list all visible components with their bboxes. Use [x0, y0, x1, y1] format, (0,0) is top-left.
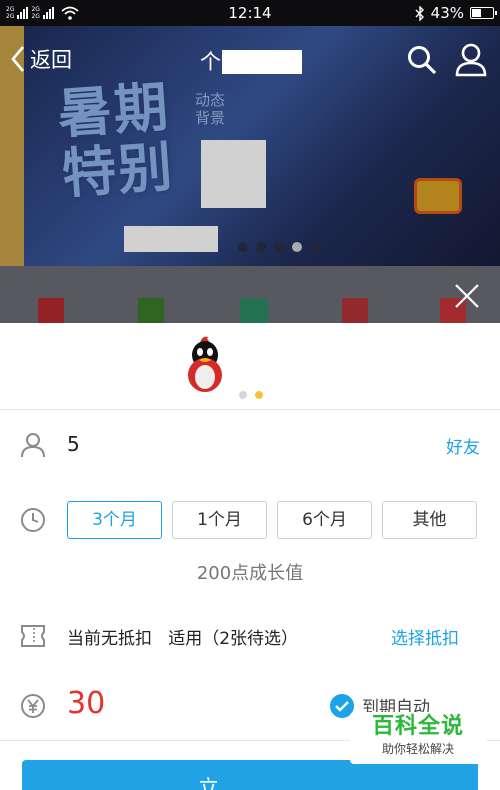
ticket-icon [21, 625, 45, 647]
clock-icon [21, 508, 45, 532]
duration-option-1-month[interactable]: 1个月 [172, 501, 267, 539]
search-icon[interactable] [407, 45, 437, 75]
discount-row: 当前无抵扣 适用（2张待选） 选择抵扣 [0, 621, 500, 651]
bluetooth-icon [415, 5, 424, 21]
duration-row: 3个月 1个月 6个月 其他 [0, 501, 500, 539]
top-nav: 返回 个 [0, 30, 500, 90]
status-right: 43% [415, 4, 497, 22]
network-type: 2G 2G [6, 6, 14, 20]
qq-penguin-icon [188, 336, 222, 392]
user-icon[interactable] [455, 43, 487, 77]
discount-status: 当前无抵扣 适用（2张待选） [67, 624, 298, 649]
back-label: 返回 [30, 48, 72, 72]
network-type-top: 2G [6, 6, 15, 13]
battery-percent: 43% [430, 4, 464, 22]
signal-group: 2G 2G 2G 2G [6, 6, 79, 20]
redacted-button-text [226, 455, 304, 467]
discount-status-text: 当前无抵扣 [67, 629, 152, 649]
page-title: 个 [200, 50, 221, 74]
friends-link[interactable]: 好友 [446, 433, 480, 458]
network-type-2-top: 2G [31, 6, 40, 13]
duration-option-6-months[interactable]: 6个月 [277, 501, 372, 539]
network-type-2: 2G 2G [31, 6, 39, 20]
pay-button[interactable]: 立 [22, 760, 478, 790]
price-amount: 30 [67, 686, 106, 721]
wifi-icon [61, 6, 79, 20]
battery-icon [470, 7, 497, 19]
growth-value-text: 200点成长值 [196, 563, 304, 584]
signal-icon [17, 7, 29, 19]
select-discount-link[interactable]: 选择抵扣 [391, 624, 459, 649]
watermark-title: 百科全说 [371, 714, 464, 739]
network-type-2-bottom: 2G [31, 13, 40, 20]
signal-icon-2 [42, 7, 54, 19]
yuan-icon [21, 694, 45, 718]
watermark-subtitle: 助你轻松解决 [381, 742, 454, 756]
chevron-left-icon [11, 46, 24, 72]
sheet-pager [239, 391, 263, 399]
pay-button-label: 立 [198, 776, 219, 790]
close-icon[interactable] [454, 283, 480, 309]
divider [0, 409, 500, 410]
watermark: 百科全说 助你轻松解决 [350, 712, 486, 764]
user-outline-icon [21, 433, 45, 458]
discount-applicable-text: 适用（2张待选） [168, 629, 299, 649]
status-bar: 2G 2G 2G 2G 12:14 43% [0, 0, 500, 26]
network-type-bottom: 2G [6, 13, 15, 20]
duration-option-other[interactable]: 其他 [382, 501, 477, 539]
duration-option-3-months[interactable]: 3个月 [67, 501, 162, 539]
redacted-title [222, 50, 302, 74]
account-value: 5 [67, 432, 80, 456]
back-button[interactable]: 返回 [10, 44, 72, 74]
